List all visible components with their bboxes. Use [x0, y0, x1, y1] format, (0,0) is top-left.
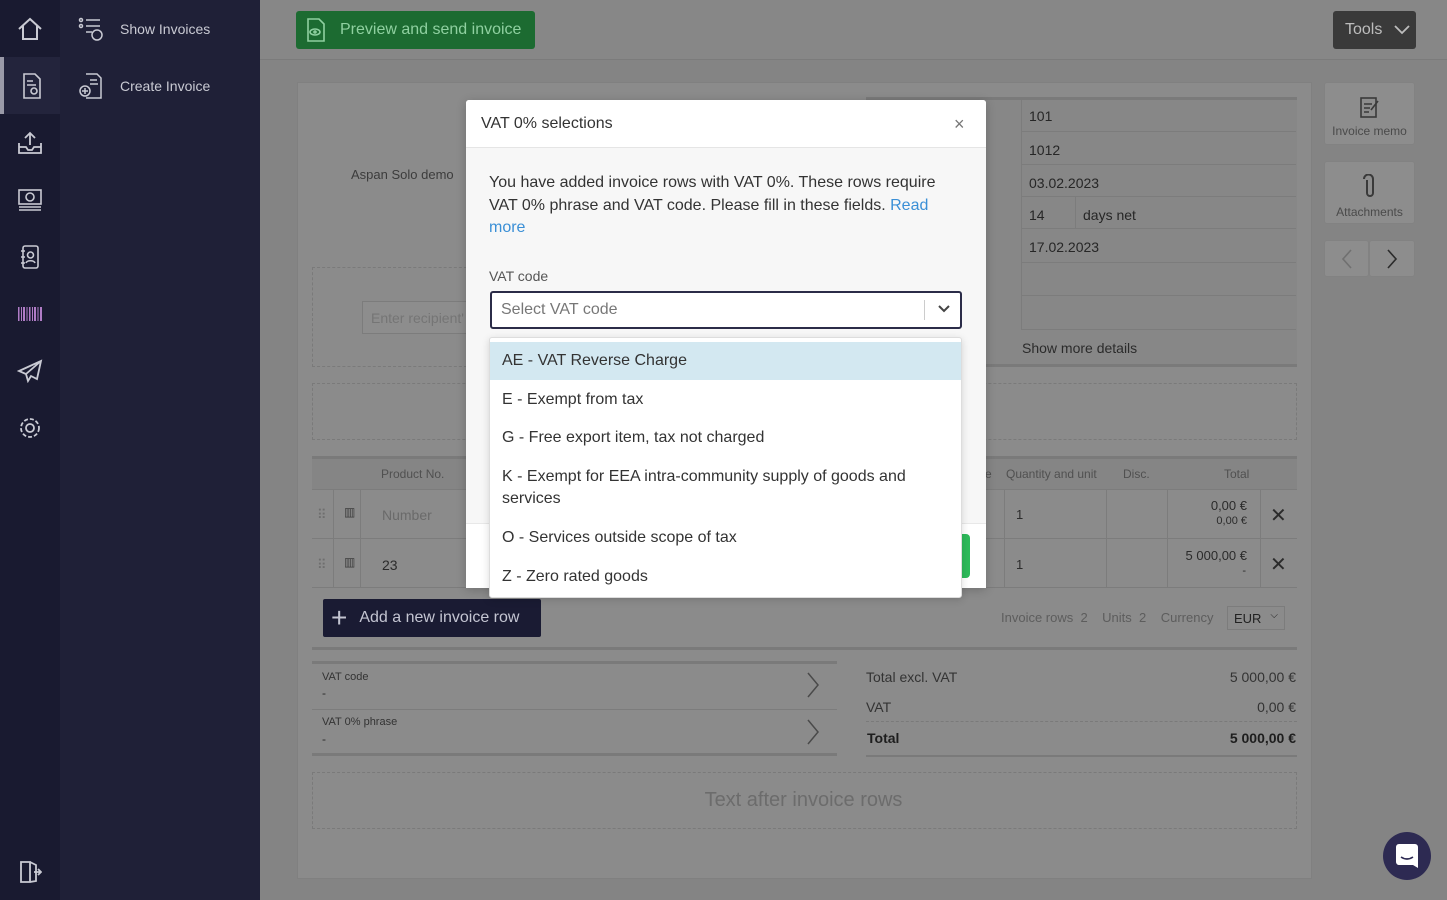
row-total-vat: -	[1242, 565, 1246, 577]
prev-button[interactable]	[1324, 240, 1369, 277]
option-ae[interactable]: AE - VAT Reverse Charge	[490, 342, 961, 380]
col-partial: e	[985, 467, 992, 481]
chevron-down-icon	[1394, 25, 1410, 35]
meta-field[interactable]	[1021, 263, 1296, 296]
vat-code-select[interactable]: Select VAT code	[490, 291, 962, 329]
paperclip-icon	[1362, 173, 1374, 197]
product-picker-icon[interactable]: ▥	[344, 505, 355, 519]
text-after-rows[interactable]: Text after invoice rows	[312, 772, 1297, 829]
chevron-right-icon	[807, 672, 819, 698]
row-summary: Invoice rows 2 Units 2 Currency	[1001, 610, 1214, 625]
meta-field[interactable]: 17.02.2023	[1021, 229, 1296, 263]
modal-title: VAT 0% selections	[481, 115, 613, 132]
col-quantity: Quantity and unit	[1006, 467, 1097, 481]
option-z[interactable]: Z - Zero rated goods	[490, 558, 961, 596]
meta-field[interactable]	[1021, 296, 1296, 330]
option-o[interactable]: O - Services outside scope of tax	[490, 518, 961, 558]
invoice-memo-button[interactable]: Invoice memo	[1324, 82, 1415, 145]
plus-icon: +	[331, 602, 348, 633]
modal-header: VAT 0% selections ×	[466, 100, 986, 148]
barcode-icon[interactable]	[0, 285, 60, 342]
chat-icon	[1396, 844, 1418, 868]
logout-icon[interactable]	[0, 843, 60, 900]
attachments-label: Attachments	[1336, 205, 1403, 219]
home-icon[interactable]	[0, 0, 60, 57]
option-g[interactable]: G - Free export item, tax not charged	[490, 419, 961, 457]
chevron-down-icon[interactable]	[938, 305, 950, 314]
row-total: 0,00 €	[1210, 498, 1247, 513]
add-row-label: Add a new invoice row	[359, 609, 520, 626]
product-picker-icon[interactable]: ▥	[344, 555, 355, 569]
col-disc: Disc.	[1123, 467, 1150, 481]
meta-field[interactable]: 101	[1021, 100, 1296, 132]
chevron-right-icon	[807, 719, 819, 745]
preview-send-label: Preview and send invoice	[340, 21, 522, 38]
document-eye-icon	[307, 18, 325, 42]
show-more-details-link[interactable]: Show more details	[1022, 340, 1137, 356]
nav-label: Show Invoices	[120, 20, 211, 37]
vat-code-label: VAT code	[489, 268, 549, 284]
chevron-left-icon	[1341, 249, 1352, 269]
drag-handle-icon[interactable]: ⠿	[317, 557, 327, 573]
modal-message: You have added invoice rows with VAT 0%.…	[489, 174, 936, 236]
meta-field[interactable]: 1012	[1021, 132, 1296, 165]
chevron-down-icon: ⌵	[1270, 610, 1278, 621]
vat-code-row[interactable]: VAT code -	[312, 664, 837, 709]
col-total: Total	[1224, 467, 1250, 481]
quantity-input[interactable]: 1	[1016, 557, 1023, 572]
drag-handle-icon[interactable]: ⠿	[317, 507, 327, 523]
money-icon[interactable]	[0, 171, 60, 228]
memo-icon	[1359, 97, 1379, 118]
vat-phrase-row[interactable]: VAT 0% phrase -	[312, 710, 837, 755]
inbox-upload-icon[interactable]	[0, 114, 60, 171]
nav-create-invoice[interactable]: Create Invoice	[60, 57, 260, 114]
nav-show-invoices[interactable]: Show Invoices	[60, 0, 260, 57]
delete-row-icon[interactable]: ✕	[1270, 552, 1287, 577]
preview-send-button[interactable]: Preview and send invoice	[296, 11, 535, 49]
chat-button[interactable]	[1383, 832, 1431, 880]
col-product-no: Product No.	[381, 467, 445, 481]
settings-icon[interactable]	[0, 399, 60, 456]
currency-select[interactable]: EUR ⌵	[1227, 606, 1285, 630]
company-name: Aspan Solo demo	[351, 167, 454, 182]
vat-code-options: AE - VAT Reverse Charge E - Exempt from …	[489, 337, 962, 598]
option-e[interactable]: E - Exempt from tax	[490, 380, 961, 419]
tools-label: Tools	[1345, 21, 1383, 38]
chevron-right-icon	[1387, 249, 1398, 269]
invoice-list-icon	[78, 17, 103, 41]
contacts-icon[interactable]	[0, 228, 60, 285]
meta-field[interactable]: 03.02.2023	[1021, 165, 1296, 197]
invoices-icon[interactable]	[0, 57, 60, 114]
product-number-input[interactable]: 23	[382, 557, 398, 573]
next-button[interactable]	[1369, 240, 1415, 277]
add-invoice-row-button[interactable]: + Add a new invoice row	[323, 599, 541, 637]
icon-rail	[0, 0, 60, 900]
close-icon[interactable]: ×	[954, 114, 965, 135]
payment-term-field[interactable]: 14 days net	[1021, 197, 1296, 229]
select-placeholder: Select VAT code	[501, 301, 618, 318]
product-number-input[interactable]: Number	[382, 507, 432, 523]
attachments-button[interactable]: Attachments	[1324, 161, 1415, 224]
nav-label: Create Invoice	[120, 77, 211, 94]
tools-button[interactable]: Tools	[1333, 11, 1416, 49]
delete-row-icon[interactable]: ✕	[1270, 503, 1287, 528]
memo-label: Invoice memo	[1332, 124, 1407, 138]
row-total: 5 000,00 €	[1185, 548, 1247, 563]
recipient-input[interactable]	[362, 301, 472, 334]
quantity-input[interactable]: 1	[1016, 507, 1023, 522]
create-invoice-icon	[79, 72, 102, 99]
days-net-label: days net	[1075, 197, 1143, 228]
option-k[interactable]: K - Exempt for EEA intra-community suppl…	[490, 457, 961, 518]
send-icon[interactable]	[0, 342, 60, 399]
row-total-vat: 0,00 €	[1216, 515, 1247, 527]
submenu: Show Invoices Create Invoice	[60, 0, 260, 900]
